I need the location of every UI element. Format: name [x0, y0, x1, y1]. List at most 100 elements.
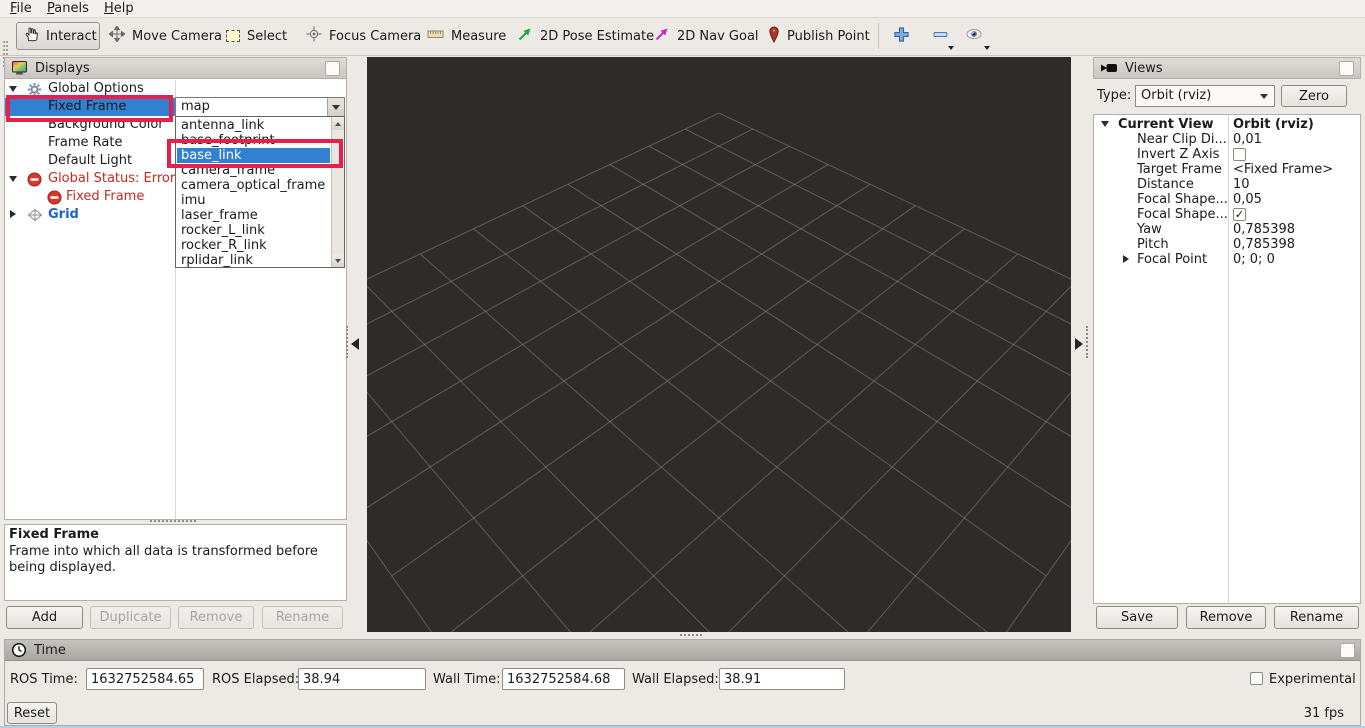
frame-option-rocker-r-link[interactable]: rocker_R_link: [177, 238, 330, 253]
distance-value[interactable]: 10: [1233, 177, 1250, 192]
render-viewport[interactable]: [367, 57, 1071, 632]
displays-row-fixed-frame-error[interactable]: Fixed Frame: [66, 188, 144, 206]
focal-point-value[interactable]: 0; 0; 0: [1233, 252, 1275, 267]
focus-camera-tool-button[interactable]: Focus Camera: [300, 22, 427, 50]
target-frame-value[interactable]: <Fixed Frame>: [1233, 162, 1333, 177]
collapse-left-panel-icon[interactable]: [351, 338, 359, 350]
time-panel: Time ROS Time: ROS Elapsed: Wall Time: W…: [4, 639, 1361, 726]
frame-option-imu[interactable]: imu: [177, 193, 330, 208]
property-help-panel: Fixed Frame Frame into which all data is…: [4, 524, 347, 601]
menu-help[interactable]: Help: [102, 1, 136, 16]
views-row-target-frame[interactable]: Target Frame: [1137, 162, 1222, 177]
global-options-expander[interactable]: [9, 86, 17, 92]
invert-z-checkbox[interactable]: [1233, 148, 1246, 161]
reset-button[interactable]: Reset: [7, 702, 57, 724]
camera-icon: [1100, 61, 1118, 75]
views-row-pitch[interactable]: Pitch: [1137, 237, 1169, 252]
add-tool-button[interactable]: [888, 24, 914, 48]
views-row-invert-z[interactable]: Invert Z Axis: [1137, 147, 1219, 162]
frame-option-base-footprint[interactable]: base_footprint: [177, 133, 330, 148]
toolbar-separator: [878, 23, 879, 49]
views-row-yaw[interactable]: Yaw: [1137, 222, 1162, 237]
pitch-value[interactable]: 0,785398: [1233, 237, 1295, 252]
displays-row-fixed-frame[interactable]: Fixed Frame: [48, 98, 126, 116]
near-clip-value[interactable]: 0,01: [1233, 132, 1262, 147]
displays-panel-title: Displays: [35, 61, 90, 76]
current-view-expander[interactable]: [1101, 121, 1109, 127]
focal-point-expander[interactable]: [1123, 255, 1129, 263]
displays-row-default-light[interactable]: Default Light: [48, 152, 132, 170]
frame-option-laser-frame[interactable]: laser_frame: [177, 208, 330, 223]
ros-time-input[interactable]: [86, 668, 204, 690]
nav-goal-tool-button[interactable]: 2D Nav Goal: [648, 22, 765, 50]
remove-view-button[interactable]: Remove: [1186, 606, 1266, 629]
frame-option-camera-frame[interactable]: camera_frame: [177, 163, 330, 178]
experimental-checkbox[interactable]: [1250, 672, 1263, 685]
displays-row-frame-rate[interactable]: Frame Rate: [48, 134, 122, 152]
yaw-value[interactable]: 0,785398: [1233, 222, 1295, 237]
scroll-up-arrow[interactable]: [332, 117, 344, 130]
views-row-current-view[interactable]: Current View: [1118, 117, 1214, 132]
tool-visibility-button[interactable]: [959, 24, 989, 48]
wall-elapsed-input[interactable]: [719, 668, 845, 690]
interact-label: Interact: [46, 29, 97, 44]
nav-goal-label: 2D Nav Goal: [677, 29, 759, 44]
collapse-right-panel-icon[interactable]: [1075, 338, 1083, 350]
focal-shape-fixed-checkbox[interactable]: [1233, 208, 1246, 221]
rename-view-button[interactable]: Rename: [1274, 606, 1359, 629]
ruler-icon: [427, 26, 444, 46]
frame-option-rocker-l-link[interactable]: rocker_L_link: [177, 223, 330, 238]
view-type-combobox[interactable]: Orbit (rviz): [1135, 85, 1275, 107]
bottom-splitter-handle[interactable]: [680, 634, 702, 636]
wall-time-label: Wall Time:: [433, 669, 501, 691]
views-detach-button[interactable]: [1339, 61, 1354, 76]
grid-expander[interactable]: [10, 210, 16, 218]
select-tool-button[interactable]: Select: [220, 22, 293, 50]
measure-tool-button[interactable]: Measure: [421, 22, 512, 50]
displays-row-global-status[interactable]: Global Status: Error: [48, 170, 175, 188]
displays-detach-button[interactable]: [325, 61, 340, 76]
interact-tool-button[interactable]: Interact: [16, 22, 100, 50]
views-row-focal-shape-fixed[interactable]: Focal Shape...: [1137, 207, 1228, 222]
wall-time-input[interactable]: [502, 668, 625, 690]
frame-option-rplidar-link[interactable]: rplidar_link: [177, 253, 330, 268]
move-camera-tool-button[interactable]: Move Camera: [103, 22, 228, 50]
ros-elapsed-input[interactable]: [298, 668, 426, 690]
save-view-button[interactable]: Save: [1096, 606, 1178, 629]
right-splitter-dots[interactable]: [1086, 326, 1088, 358]
displays-row-grid[interactable]: Grid: [48, 206, 79, 224]
add-display-button[interactable]: Add: [6, 606, 83, 629]
menu-file[interactable]: File: [8, 1, 34, 16]
global-status-expander[interactable]: [9, 176, 17, 182]
frame-option-camera-optical-frame[interactable]: camera_optical_frame: [177, 178, 330, 193]
time-detach-button[interactable]: [1340, 643, 1355, 658]
dropdown-scrollbar[interactable]: [331, 117, 344, 267]
type-label: Type:: [1097, 85, 1131, 107]
focal-shape-size-value[interactable]: 0,05: [1233, 192, 1262, 207]
ros-elapsed-label: ROS Elapsed:: [212, 669, 299, 691]
left-splitter-dots[interactable]: [346, 326, 348, 358]
views-row-focal-point[interactable]: Focal Point: [1137, 252, 1207, 267]
views-row-near-clip[interactable]: Near Clip Di...: [1137, 132, 1227, 147]
displays-splitter-handle[interactable]: [150, 520, 196, 522]
error-icon: [27, 172, 42, 191]
displays-row-background-color[interactable]: Background Color: [48, 116, 164, 134]
scroll-down-arrow[interactable]: [332, 254, 344, 267]
views-row-distance[interactable]: Distance: [1137, 177, 1194, 192]
remove-tool-dropdown-caret[interactable]: [948, 46, 954, 50]
frame-option-antenna-link[interactable]: antenna_link: [177, 118, 330, 133]
views-column-divider[interactable]: [1228, 115, 1229, 603]
pose-estimate-tool-button[interactable]: 2D Pose Estimate: [511, 22, 660, 50]
frame-option-base-link[interactable]: base_link: [177, 148, 330, 163]
ground-grid: [367, 57, 1071, 632]
tool-visibility-dropdown-caret[interactable]: [984, 46, 990, 50]
combo-dropdown-arrow[interactable]: [327, 98, 344, 116]
map-pin-icon: [768, 26, 780, 47]
remove-tool-button[interactable]: [927, 24, 953, 48]
views-row-focal-shape-size[interactable]: Focal Shape...: [1137, 192, 1228, 207]
zero-button[interactable]: Zero: [1281, 85, 1347, 107]
publish-point-tool-button[interactable]: Publish Point: [762, 22, 876, 50]
displays-row-global-options[interactable]: Global Options: [48, 80, 144, 98]
menu-panels[interactable]: Panels: [45, 1, 91, 16]
fixed-frame-combobox[interactable]: map: [175, 97, 345, 117]
